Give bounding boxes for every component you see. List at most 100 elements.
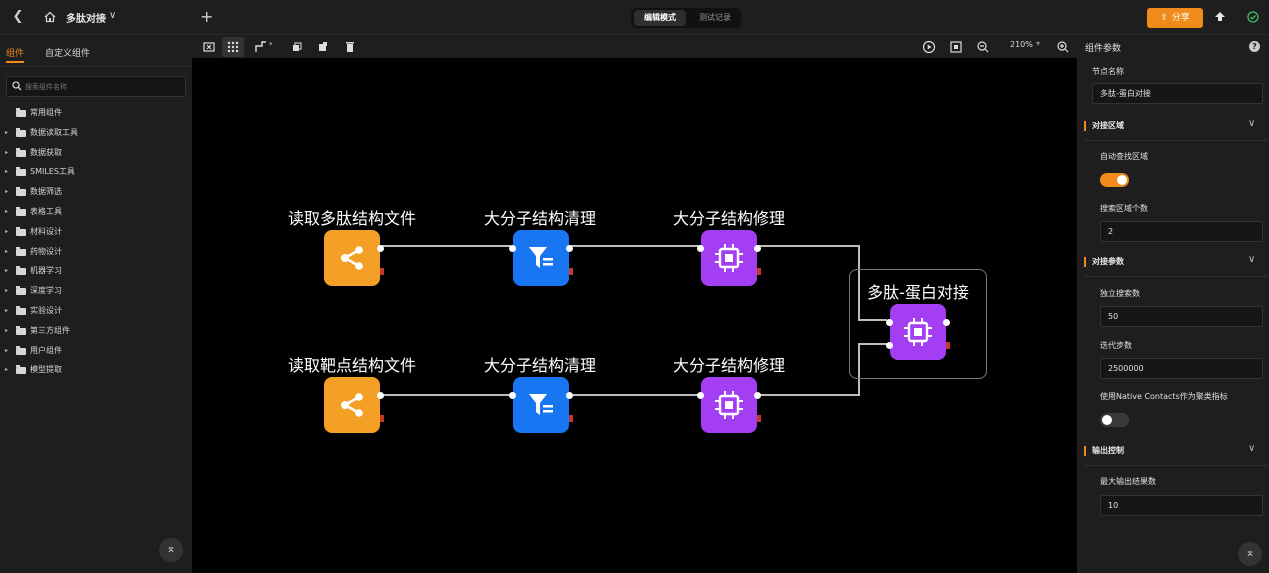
folder-icon [16, 127, 26, 137]
sidebar-item[interactable]: ▸ 数据筛选 [0, 182, 192, 202]
fit-layout-icon[interactable] [202, 40, 216, 54]
paste-icon[interactable] [316, 40, 330, 54]
status-indicator [757, 415, 761, 422]
sidebar-item[interactable]: ▸ 药物设计 [0, 242, 192, 262]
tab-custom-components[interactable]: 自定义组件 [45, 46, 90, 59]
help-icon[interactable]: ? [1249, 41, 1260, 52]
share-button[interactable]: ⇪ 分享 [1147, 8, 1203, 28]
publish-icon[interactable] [1213, 10, 1227, 24]
project-name[interactable]: 多肽对接 [66, 10, 106, 25]
node-name-field[interactable]: 多肽-蛋白对接 [1092, 83, 1263, 104]
output-port[interactable] [754, 245, 761, 252]
tab-components[interactable]: 组件 [6, 46, 25, 63]
section-docking-region[interactable]: 对接区域 ∨ [1077, 115, 1269, 141]
filter-icon [529, 247, 553, 268]
sidebar-item[interactable]: 常用组件 [0, 103, 192, 123]
input-port[interactable] [886, 319, 893, 326]
sidebar-item[interactable]: ▸ SMILES工具 [0, 162, 192, 182]
node-read-target[interactable] [324, 377, 384, 433]
node-docking[interactable] [886, 304, 950, 360]
input-port[interactable] [509, 392, 516, 399]
node-clean-2[interactable] [509, 377, 573, 433]
expand-arrow-icon[interactable]: ▸ [5, 182, 8, 202]
output-port[interactable] [377, 245, 384, 252]
output-port[interactable] [754, 392, 761, 399]
node-read-peptide[interactable] [324, 230, 384, 286]
collapse-top-icon[interactable]: ⌅ [159, 538, 183, 562]
back-icon[interactable]: ❮ [10, 9, 26, 25]
sidebar-item[interactable]: ▸ 模型提取 [0, 360, 192, 380]
expand-arrow-icon[interactable]: ▸ [5, 321, 8, 341]
add-tab-icon[interactable]: + [200, 7, 213, 26]
folder-icon [16, 187, 26, 197]
sidebar-item[interactable]: ▸ 用户组件 [0, 341, 192, 361]
expand-arrow-icon[interactable]: ▸ [5, 143, 8, 163]
folder-icon [16, 286, 26, 296]
sidebar-item[interactable]: ▸ 实验设计 [0, 301, 192, 321]
chevron-down-icon[interactable]: ∨ [109, 10, 116, 21]
expand-arrow-icon[interactable]: ▸ [5, 222, 8, 242]
input-port[interactable] [697, 245, 704, 252]
tab-test-records[interactable]: 测试记录 [691, 10, 739, 26]
sidebar-item[interactable]: ▸ 数据读取工具 [0, 123, 192, 143]
sidebar-item[interactable]: ▸ 表格工具 [0, 202, 192, 222]
chevron-down-icon[interactable]: ▾ [1036, 39, 1040, 48]
expand-arrow-icon[interactable]: ▸ [5, 281, 8, 301]
expand-arrow-icon[interactable]: ▸ [5, 123, 8, 143]
node-clean-1[interactable] [509, 230, 573, 286]
folder-icon [16, 246, 26, 256]
zoom-out-icon[interactable] [976, 40, 990, 54]
sidebar-item[interactable]: ▸ 深度学习 [0, 281, 192, 301]
chevron-down-icon[interactable]: ∨ [1248, 118, 1255, 129]
zoom-in-icon[interactable] [1056, 40, 1070, 54]
input-port[interactable] [697, 392, 704, 399]
expand-arrow-icon[interactable]: ▸ [5, 341, 8, 361]
output-port[interactable] [943, 319, 950, 326]
workflow-canvas[interactable]: 读取多肽结构文件 大分子结构清理 大分子结构修理 多肽-蛋白对接 读取靶点结构文… [192, 58, 1077, 573]
sidebar-item[interactable]: ▸ 机器学习 [0, 261, 192, 281]
native-contacts-toggle[interactable] [1100, 413, 1129, 427]
section-output-control[interactable]: 输出控制 ∨ [1077, 440, 1269, 466]
expand-arrow-icon[interactable]: ▸ [5, 301, 8, 321]
iteration-steps-field[interactable]: 2500000 [1100, 358, 1263, 379]
expand-arrow-icon[interactable]: ▸ [5, 261, 8, 281]
sidebar-item-label: 第三方组件 [30, 325, 70, 335]
input-port[interactable] [886, 342, 893, 349]
sidebar-item[interactable]: ▸ 材料设计 [0, 222, 192, 242]
home-icon[interactable] [42, 9, 58, 25]
output-port[interactable] [566, 245, 573, 252]
node-repair-2[interactable] [697, 377, 761, 433]
sidebar-item[interactable]: ▸ 第三方组件 [0, 321, 192, 341]
fit-screen-icon[interactable] [949, 40, 963, 54]
independent-search-field[interactable]: 50 [1100, 306, 1263, 327]
expand-arrow-icon[interactable]: ▸ [5, 242, 8, 262]
search-input[interactable] [25, 80, 175, 94]
section-docking-params[interactable]: 对接参数 ∨ [1077, 251, 1269, 277]
copy-icon[interactable] [290, 40, 304, 54]
output-port[interactable] [566, 392, 573, 399]
auto-region-toggle[interactable] [1100, 173, 1129, 187]
sidebar-item-label: 机器学习 [30, 266, 62, 276]
connector-style-icon[interactable] [254, 40, 268, 54]
sidebar-item[interactable]: ▸ 数据获取 [0, 143, 192, 163]
chevron-down-icon[interactable]: ▾ [269, 40, 273, 48]
delete-icon[interactable] [343, 40, 357, 54]
expand-arrow-icon[interactable]: ▸ [5, 162, 8, 182]
chevron-down-icon[interactable]: ∨ [1248, 443, 1255, 454]
max-output-field[interactable]: 10 [1100, 495, 1263, 516]
sidebar-item-label: SMILES工具 [30, 167, 75, 177]
grid-toggle-button[interactable] [222, 37, 244, 57]
collapse-top-icon[interactable]: ⌅ [1238, 542, 1262, 566]
expand-arrow-icon[interactable]: ▸ [5, 202, 8, 222]
toggle-knob [1102, 415, 1112, 425]
run-icon[interactable] [922, 40, 936, 54]
region-count-field[interactable]: 2 [1100, 221, 1263, 242]
expand-arrow-icon[interactable]: ▸ [5, 360, 8, 380]
node-repair-1[interactable] [697, 230, 761, 286]
chevron-down-icon[interactable]: ∨ [1248, 254, 1255, 265]
input-port[interactable] [509, 245, 516, 252]
tab-edit-mode[interactable]: 编辑模式 [634, 10, 686, 26]
zoom-level[interactable]: 210% [1010, 40, 1033, 49]
sidebar-item-label: 材料设计 [30, 226, 62, 236]
output-port[interactable] [377, 392, 384, 399]
